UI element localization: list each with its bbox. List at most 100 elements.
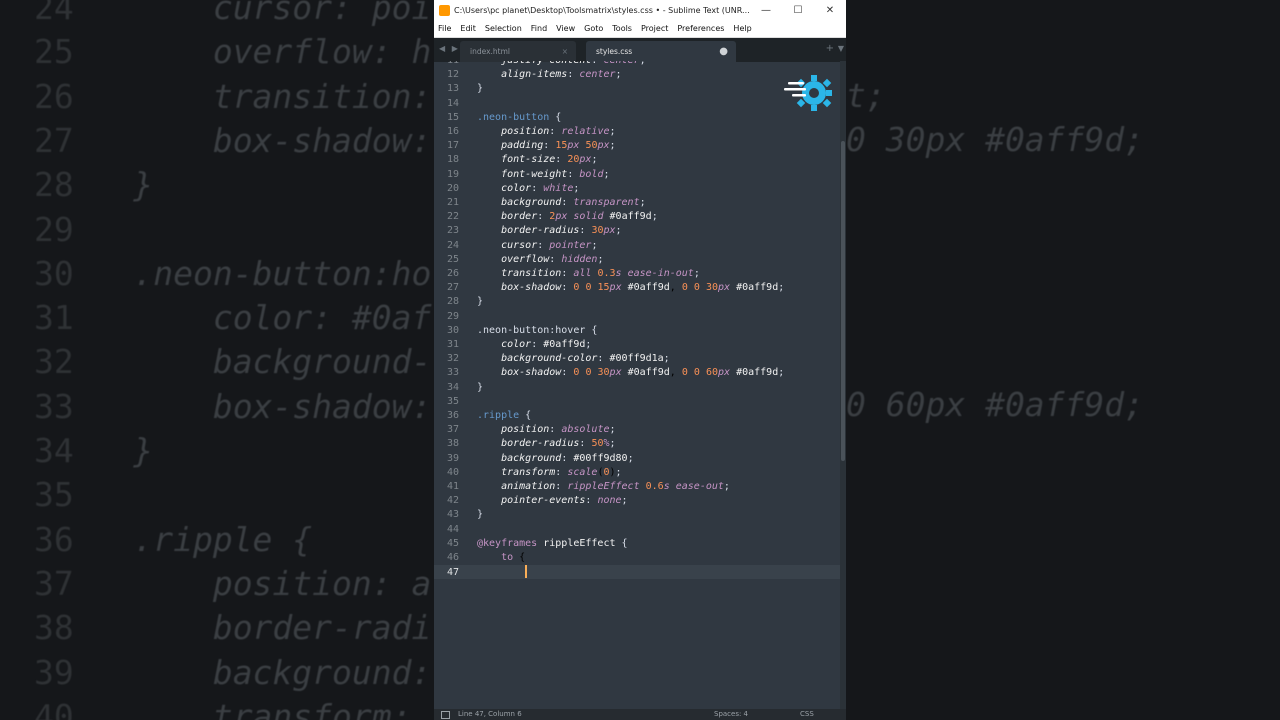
code-text: cursor: pointer; xyxy=(501,239,598,251)
status-bar: Line 47, Column 6 Spaces: 4 CSS xyxy=(434,709,846,720)
code-line[interactable]: 44 xyxy=(434,523,846,537)
code-line[interactable]: 43} xyxy=(434,508,846,522)
code-line[interactable]: 35 xyxy=(434,395,846,409)
menu-find[interactable]: Find xyxy=(527,24,552,33)
line-number: 37 xyxy=(446,424,459,436)
syntax-selector[interactable]: CSS xyxy=(800,709,814,720)
line-number: 17 xyxy=(446,140,459,152)
background-code-line: 37 position: a xyxy=(34,563,432,603)
tab-styles-css[interactable]: styles.css ● xyxy=(586,41,736,62)
indentation-setting[interactable]: Spaces: 4 xyxy=(714,709,748,720)
vertical-scrollbar[interactable] xyxy=(840,61,846,709)
sublime-text-window: C:\Users\pc planet\Desktop\Toolsmatrix\s… xyxy=(434,0,846,720)
line-number: 46 xyxy=(446,552,459,563)
code-text: background: #00ff9d80; xyxy=(501,452,634,464)
code-editor[interactable]: 11 justify-content: center;12 align-item… xyxy=(434,61,846,709)
code-line[interactable]: 41 animation: rippleEffect 0.6s ease-out… xyxy=(434,480,846,494)
code-text: border-radius: 50%; xyxy=(501,438,616,450)
menu-file[interactable]: File xyxy=(434,24,456,33)
menu-help[interactable]: Help xyxy=(729,24,756,33)
code-text: .neon-button { xyxy=(477,111,562,123)
line-number: 20 xyxy=(446,182,459,194)
close-tab-icon[interactable]: × xyxy=(562,41,568,62)
code-line[interactable]: 19 font-weight: bold; xyxy=(434,168,846,182)
background-code-line: 38 border-radi xyxy=(34,608,432,648)
background-zoomed-code-right: t; 0 30px #0aff9d; 0 60px #0aff9d; xyxy=(846,0,1280,720)
code-line[interactable]: 42 pointer-events: none; xyxy=(434,494,846,508)
code-line[interactable]: 32 background-color: #00ff9d1a; xyxy=(434,352,846,366)
line-number: 32 xyxy=(446,353,459,365)
line-number: 40 xyxy=(446,466,459,478)
line-number: 45 xyxy=(446,537,459,549)
text-cursor xyxy=(525,565,527,579)
code-line[interactable]: 21 background: transparent; xyxy=(434,196,846,210)
code-text: .neon-button:hover { xyxy=(477,324,598,336)
code-line[interactable]: 26 transition: all 0.3s ease-in-out; xyxy=(434,267,846,281)
code-line[interactable]: 46 to { xyxy=(434,551,846,565)
code-text: @keyframes rippleEffect { xyxy=(477,537,628,549)
code-line[interactable]: 18 font-size: 20px; xyxy=(434,153,846,167)
code-text: background-color: #00ff9d1a; xyxy=(501,353,670,365)
code-text: box-shadow: 0 0 30px #0aff9d, 0 0 60px #… xyxy=(501,367,785,379)
code-line[interactable]: 30 .neon-button:hover { xyxy=(434,324,846,338)
line-number: 33 xyxy=(446,367,459,379)
code-line[interactable]: 33 box-shadow: 0 0 30px #0aff9d, 0 0 60p… xyxy=(434,366,846,380)
code-line[interactable]: 36 .ripple { xyxy=(434,409,846,423)
line-number: 41 xyxy=(446,481,459,492)
code-line[interactable]: 23 border-radius: 30px; xyxy=(434,224,846,238)
code-line[interactable]: 27 box-shadow: 0 0 15px #0aff9d, 0 0 30p… xyxy=(434,281,846,295)
code-line[interactable]: 45 @keyframes rippleEffect { xyxy=(434,537,846,551)
close-button[interactable]: ✕ xyxy=(814,5,846,16)
code-line[interactable]: 25 overflow: hidden; xyxy=(434,253,846,267)
code-line[interactable]: 38 border-radius: 50%; xyxy=(434,437,846,451)
gear-icon xyxy=(784,75,832,111)
code-line[interactable]: 17 padding: 15px 50px; xyxy=(434,139,846,153)
code-line[interactable]: 31 color: #0aff9d; xyxy=(434,338,846,352)
code-text: } xyxy=(477,83,484,95)
minimize-button[interactable]: — xyxy=(750,5,782,16)
tab-index-html[interactable]: index.html × xyxy=(460,41,576,62)
menu-preferences[interactable]: Preferences xyxy=(673,24,729,33)
menu-project[interactable]: Project xyxy=(637,24,673,33)
code-line[interactable]: 47 xyxy=(434,565,846,580)
tab-nav-arrows-icon[interactable]: ◀ ▶ xyxy=(439,44,460,53)
menu-tools[interactable]: Tools xyxy=(608,24,637,33)
code-line[interactable]: 39 background: #00ff9d80; xyxy=(434,452,846,466)
code-line[interactable]: 40 transform: scale(0); xyxy=(434,466,846,480)
code-text: color: white; xyxy=(501,182,580,194)
code-line[interactable]: 22 border: 2px solid #0aff9d; xyxy=(434,210,846,224)
line-number: 22 xyxy=(446,211,459,223)
line-number: 21 xyxy=(446,197,459,208)
code-line[interactable]: 24 cursor: pointer; xyxy=(434,239,846,253)
code-text: } xyxy=(477,296,484,308)
menu-view[interactable]: View xyxy=(552,24,580,33)
code-line[interactable]: 34} xyxy=(434,381,846,395)
line-number: 24 xyxy=(446,239,459,251)
menu-edit[interactable]: Edit xyxy=(456,24,481,33)
cursor-position[interactable]: Line 47, Column 6 xyxy=(458,709,522,720)
new-tab-icon[interactable]: + xyxy=(826,43,834,54)
line-number: 23 xyxy=(446,225,459,237)
menu-selection[interactable]: Selection xyxy=(481,24,527,33)
line-number: 26 xyxy=(446,268,459,279)
background-code-line: 31 color: #0af xyxy=(34,298,432,338)
code-line[interactable]: 37 position: absolute; xyxy=(434,423,846,437)
menu-goto[interactable]: Goto xyxy=(580,24,608,33)
code-line[interactable]: 11 justify-content: center; xyxy=(434,61,846,68)
scrollbar-thumb[interactable] xyxy=(841,141,845,461)
unsaved-dot-icon[interactable]: ● xyxy=(719,41,728,62)
code-text: box-shadow: 0 0 15px #0aff9d, 0 0 30px #… xyxy=(501,282,785,294)
code-line[interactable]: 29 xyxy=(434,310,846,324)
line-number: 27 xyxy=(446,282,459,294)
code-text: border: 2px solid #0aff9d; xyxy=(501,211,658,223)
tab-dropdown-icon[interactable]: ▼ xyxy=(838,44,844,53)
code-text: transform: scale(0); xyxy=(501,466,622,478)
background-code-line: 0 30px #0aff9d; xyxy=(846,120,1145,159)
code-line[interactable]: 16 position: relative; xyxy=(434,125,846,139)
line-number: 12 xyxy=(446,69,459,81)
maximize-button[interactable]: ☐ xyxy=(782,5,814,16)
panel-toggle-icon[interactable] xyxy=(441,711,450,719)
line-number: 11 xyxy=(434,61,459,68)
code-line[interactable]: 28} xyxy=(434,295,846,309)
code-line[interactable]: 20 color: white; xyxy=(434,182,846,196)
